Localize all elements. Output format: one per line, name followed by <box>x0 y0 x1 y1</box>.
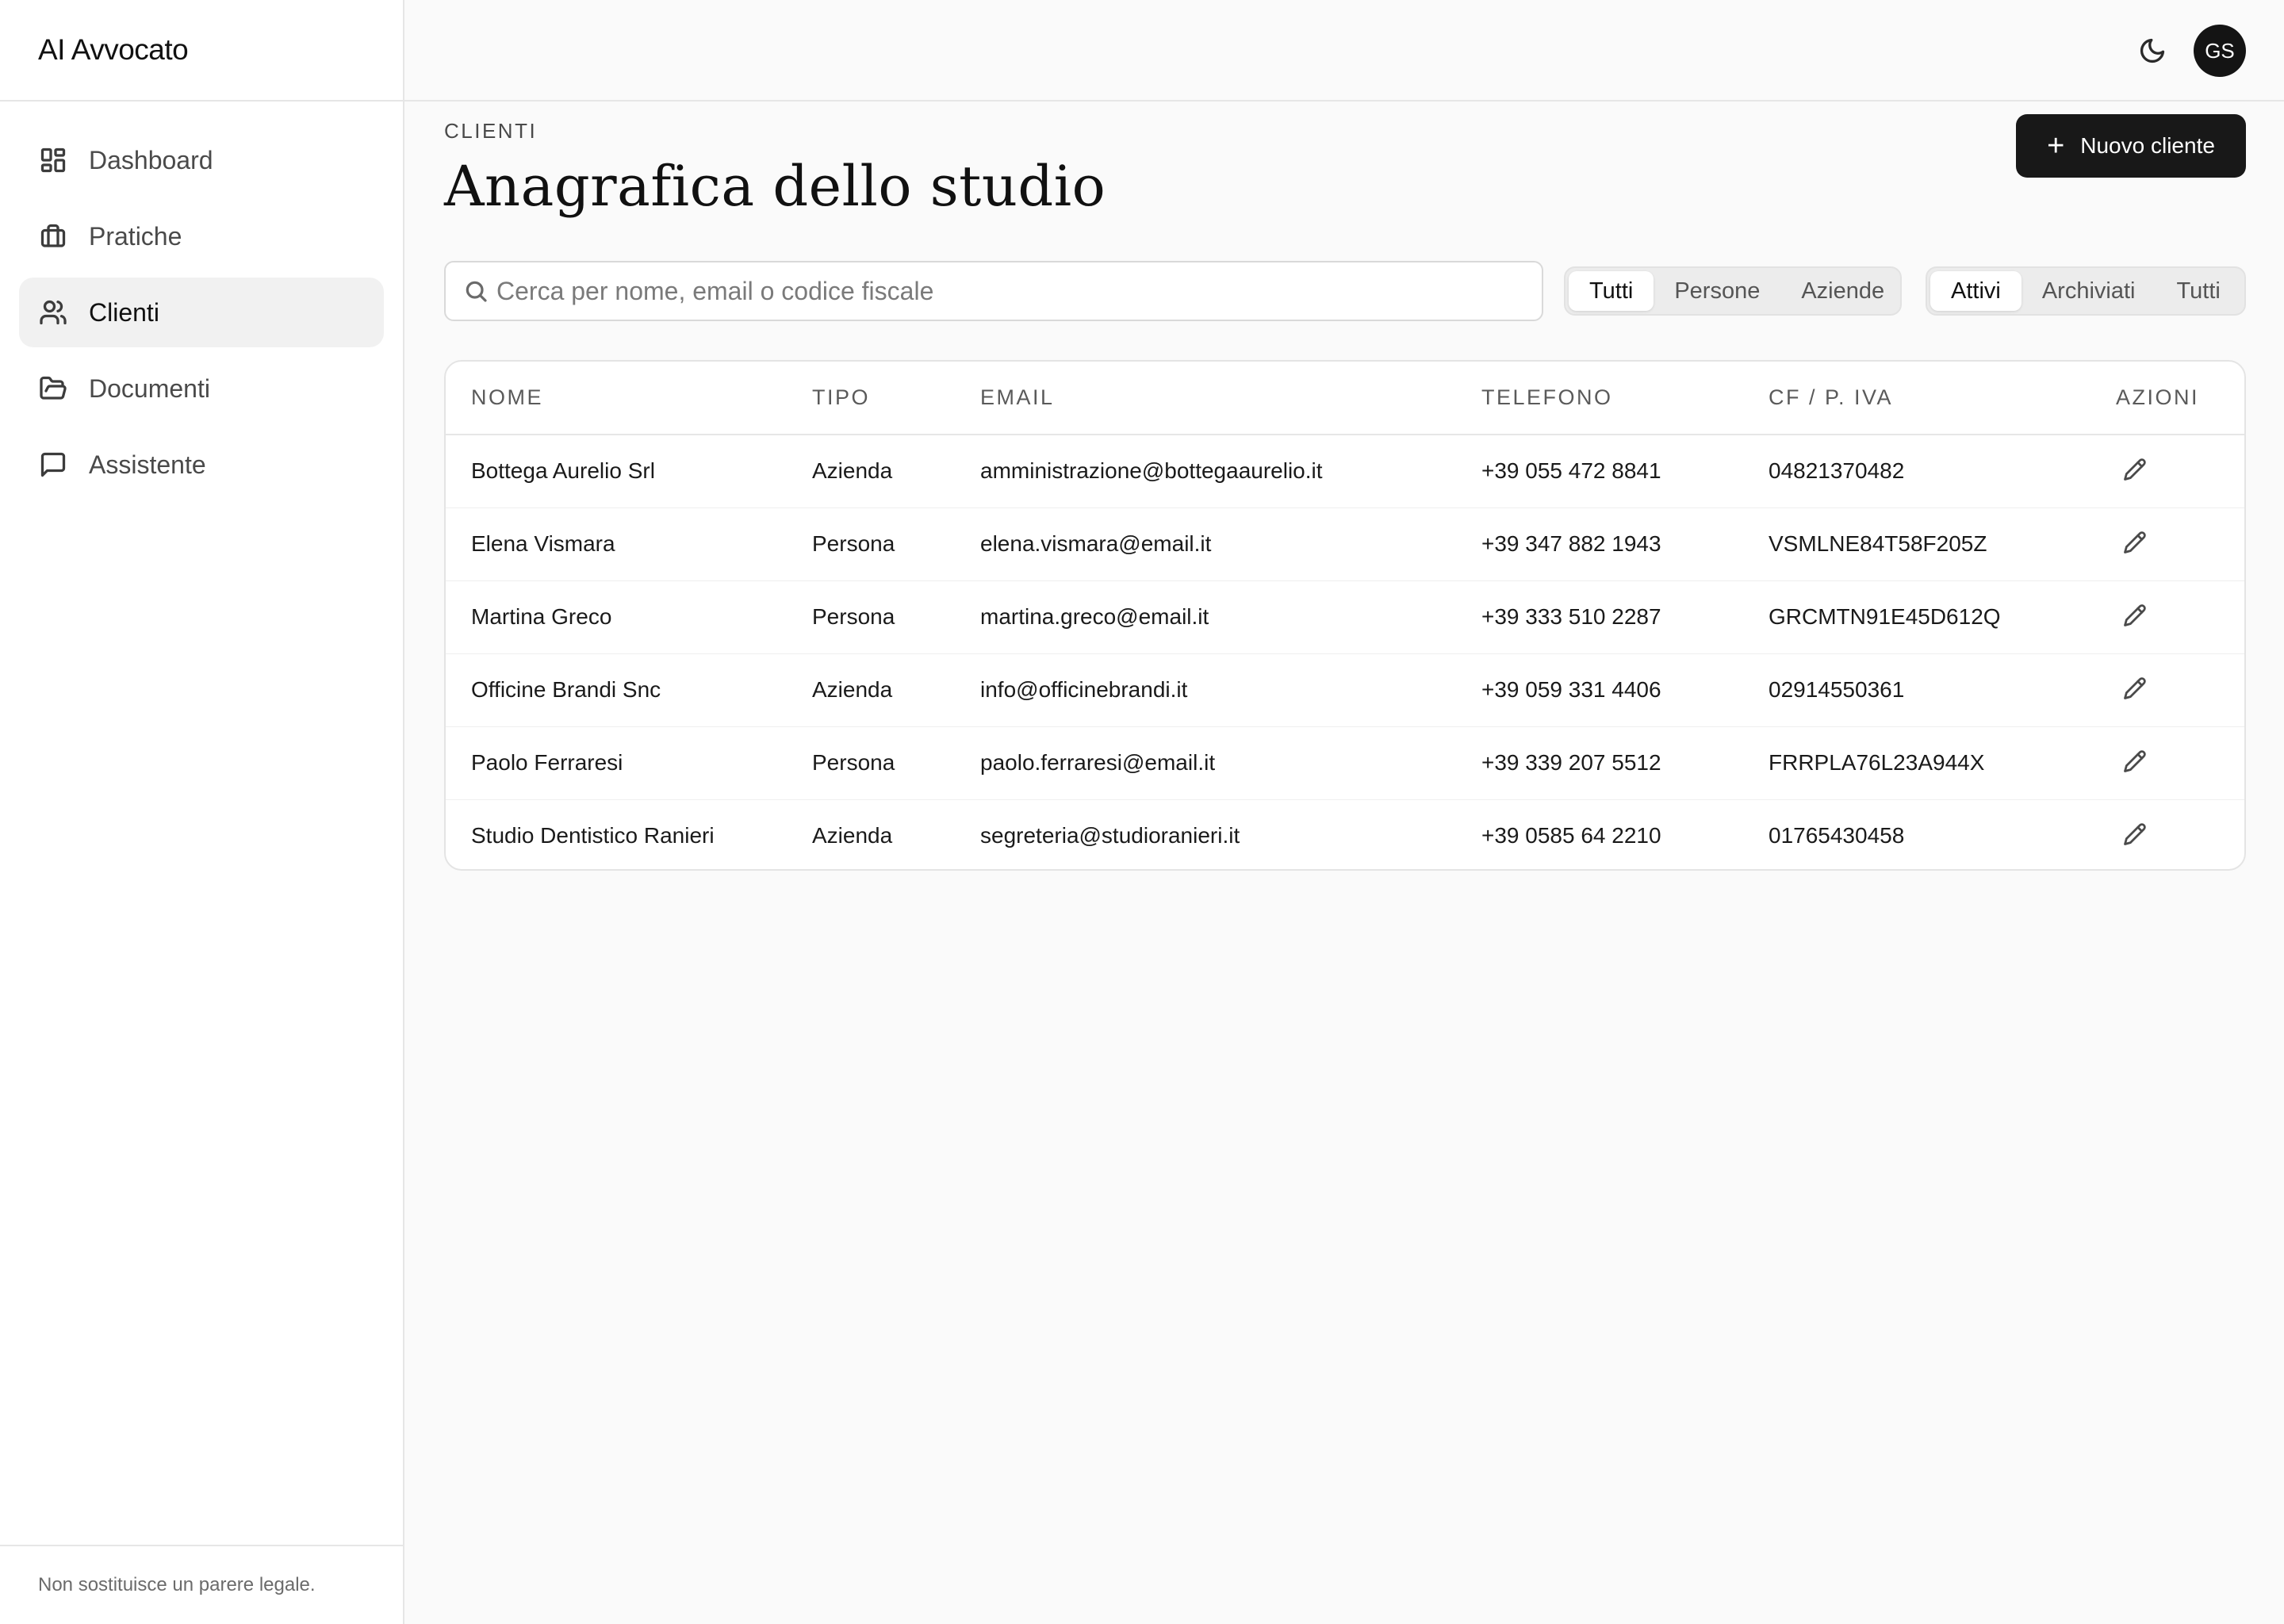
cell-tipo: Azienda <box>812 823 893 848</box>
type-filter-all[interactable]: Tutti <box>1569 271 1654 311</box>
edit-pencil-icon[interactable] <box>2121 747 2149 776</box>
table-row[interactable]: Elena Vismara Persona elena.vismara@email.… <box>446 508 2244 581</box>
cell-cf: VSMLNE84T58F205Z <box>1769 508 2116 581</box>
column-header-cf[interactable]: CF / P. IVA <box>1769 362 2116 435</box>
folder-open-icon <box>38 373 68 404</box>
table-header-row: NOME TIPO EMAIL TELEFONO CF / P. IVA AZI… <box>446 362 2244 435</box>
clients-table: NOME TIPO EMAIL TELEFONO CF / P. IVA AZI… <box>444 360 2246 871</box>
cell-nome: Studio Dentistico Ranieri <box>471 823 715 848</box>
search-box <box>444 261 1543 321</box>
status-filter-archived[interactable]: Archiviati <box>2021 271 2156 311</box>
sidebar-nav: Dashboard Pratiche Clienti Documenti Ass… <box>0 102 403 500</box>
sidebar-item-dashboard[interactable]: Dashboard <box>19 125 384 195</box>
sidebar-item-documenti[interactable]: Documenti <box>19 354 384 423</box>
cell-cf: 04821370482 <box>1769 435 2116 508</box>
cell-tipo: Persona <box>812 580 980 654</box>
cell-azioni <box>2116 799 2244 869</box>
cell-azioni <box>2116 435 2244 508</box>
edit-pencil-icon[interactable] <box>2121 601 2149 630</box>
sidebar-item-label: Documenti <box>89 373 210 403</box>
cell-nome: Officine Brandi Snc <box>446 653 812 727</box>
search-input[interactable] <box>496 276 1527 306</box>
sidebar-item-label: Clienti <box>89 297 159 327</box>
type-filter-companies[interactable]: Aziende <box>1780 271 1905 311</box>
cell-cf: 01765430458 <box>1769 823 1905 848</box>
sidebar-item-pratiche[interactable]: Pratiche <box>19 201 384 271</box>
dashboard-icon <box>38 145 68 175</box>
theme-toggle-button[interactable] <box>2133 32 2171 70</box>
cell-tipo: Persona <box>812 726 980 800</box>
moon-icon <box>2138 36 2167 65</box>
cell-email: info@officinebrandi.it <box>980 653 1481 727</box>
new-client-button-label: Nuovo cliente <box>2080 133 2215 158</box>
sidebar-item-clienti[interactable]: Clienti <box>19 278 384 347</box>
cell-email: segreteria@studioranieri.it <box>980 823 1240 848</box>
type-filter-persons[interactable]: Persone <box>1654 271 1780 311</box>
cell-tipo: Azienda <box>812 435 980 508</box>
cell-tipo: Azienda <box>812 653 980 727</box>
sidebar-item-assistente[interactable]: Assistente <box>19 430 384 500</box>
cell-telefono: +39 339 207 5512 <box>1481 726 1769 800</box>
message-square-icon <box>38 450 68 480</box>
cell-email: paolo.ferraresi@email.it <box>980 726 1481 800</box>
cell-azioni <box>2116 726 2244 800</box>
cell-telefono: +39 059 331 4406 <box>1481 653 1769 727</box>
topbar: GS <box>404 0 2284 102</box>
cell-azioni <box>2116 508 2244 581</box>
cell-nome: Paolo Ferraresi <box>446 726 812 800</box>
sidebar: AI Avvocato Dashboard Pratiche Clienti D… <box>0 0 404 1624</box>
cell-azioni <box>2116 580 2244 654</box>
sidebar-item-label: Pratiche <box>89 221 182 251</box>
table-row[interactable]: Officine Brandi Snc Azienda info@officineb… <box>446 653 2244 727</box>
cell-cf: 02914550361 <box>1769 653 2116 727</box>
edit-pencil-icon[interactable] <box>2121 528 2149 557</box>
table-row[interactable]: Martina Greco Persona martina.greco@email.… <box>446 580 2244 654</box>
sidebar-item-label: Assistente <box>89 450 206 479</box>
status-filter-all[interactable]: Tutti <box>2156 271 2241 311</box>
column-header-azioni: AZIONI <box>2116 362 2244 435</box>
type-filter: Tutti Persone Aziende <box>1564 266 1902 316</box>
plus-icon: + <box>2047 129 2065 163</box>
disclaimer: Non sostituisce un parere legale. <box>0 1545 403 1624</box>
page-title: Anagrafica dello studio <box>444 154 1106 219</box>
edit-pencil-icon[interactable] <box>2121 820 2149 848</box>
briefcase-icon <box>38 221 68 251</box>
column-header-nome[interactable]: NOME <box>446 362 812 435</box>
column-header-telefono[interactable]: TELEFONO <box>1481 362 1769 435</box>
column-header-tipo[interactable]: TIPO <box>812 362 980 435</box>
sidebar-item-label: Dashboard <box>89 145 213 174</box>
table-row[interactable]: Bottega Aurelio Srl Azienda amministrazion… <box>446 435 2244 508</box>
column-header-email[interactable]: EMAIL <box>980 362 1481 435</box>
status-filter: Attivi Archiviati Tutti <box>1926 266 2246 316</box>
cell-telefono: +39 347 882 1943 <box>1481 508 1769 581</box>
status-filter-active[interactable]: Attivi <box>1930 271 2021 311</box>
cell-nome: Bottega Aurelio Srl <box>446 435 812 508</box>
cell-email: martina.greco@email.it <box>980 580 1481 654</box>
cell-nome: Martina Greco <box>446 580 812 654</box>
cell-tipo: Persona <box>812 508 980 581</box>
cell-cf: GRCMTN91E45D612Q <box>1769 580 2116 654</box>
users-icon <box>38 297 68 327</box>
cell-cf: FRRPLA76L23A944X <box>1769 726 2116 800</box>
edit-pencil-icon[interactable] <box>2121 674 2149 703</box>
page-eyebrow: CLIENTI <box>444 119 538 143</box>
avatar[interactable]: GS <box>2194 25 2246 77</box>
table-row[interactable]: Studio Dentistico Ranieri Azienda segreter… <box>446 799 2244 869</box>
cell-telefono: +39 0585 64 2210 <box>1481 823 1661 848</box>
cell-email: elena.vismara@email.it <box>980 508 1481 581</box>
search-icon <box>463 278 496 304</box>
app-logo[interactable]: AI Avvocato <box>0 0 403 102</box>
cell-telefono: +39 055 472 8841 <box>1481 435 1769 508</box>
new-client-button[interactable]: + Nuovo cliente <box>2016 114 2246 178</box>
cell-azioni <box>2116 653 2244 727</box>
table-row[interactable]: Paolo Ferraresi Persona paolo.ferraresi@em… <box>446 726 2244 800</box>
cell-nome: Elena Vismara <box>446 508 812 581</box>
cell-telefono: +39 333 510 2287 <box>1481 580 1769 654</box>
cell-email: amministrazione@bottegaaurelio.it <box>980 435 1481 508</box>
edit-pencil-icon[interactable] <box>2121 455 2149 484</box>
